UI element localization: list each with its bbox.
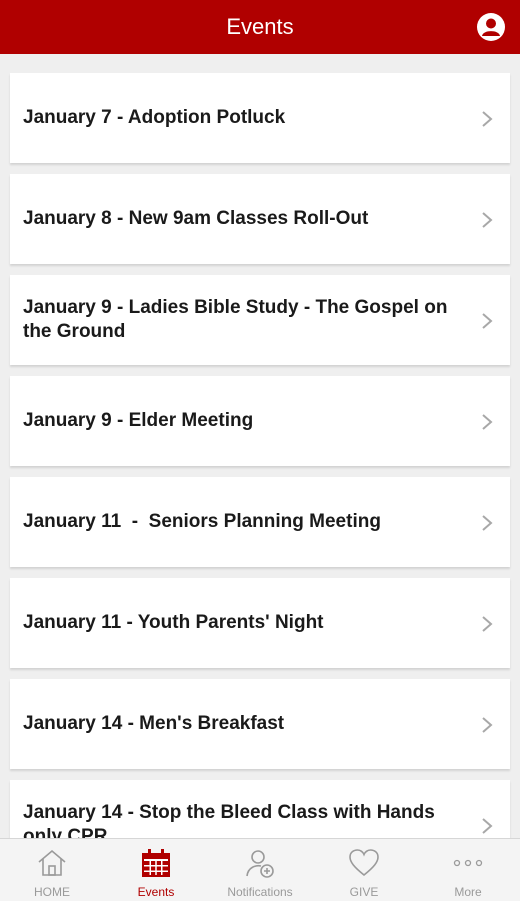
chevron-right-icon (482, 212, 493, 228)
chevron-right-icon (482, 616, 493, 632)
chevron-right-icon (482, 313, 493, 329)
event-title: January 9 - Elder Meeting (23, 410, 254, 431)
event-item[interactable]: January 11 - Youth Parents' Night (10, 578, 510, 668)
event-title: January 11 - Seniors Planning Meeting (23, 511, 381, 532)
header-bar: Events (0, 0, 520, 54)
tab-give[interactable]: GIVE (312, 839, 416, 901)
profile-button[interactable] (476, 12, 506, 42)
more-icon (453, 859, 483, 867)
chevron-right-icon (482, 414, 493, 430)
tab-label: GIVE (349, 885, 379, 899)
chevron-right-icon (482, 717, 493, 733)
chevron-right-icon (482, 111, 493, 127)
event-title: January 7 - Adoption Potluck (23, 107, 286, 128)
event-list[interactable]: January 7 - Adoption Potluck January 8 -… (0, 54, 520, 838)
home-icon (38, 849, 66, 876)
tab-label: More (454, 885, 482, 899)
tab-bar: HOME Events Notifications GIVE More (0, 838, 520, 901)
event-item[interactable]: January 9 - Elder Meeting (10, 376, 510, 466)
event-item[interactable]: January 7 - Adoption Potluck (10, 73, 510, 163)
heart-icon (349, 849, 379, 877)
chevron-right-icon (482, 818, 493, 834)
notifications-icon (246, 850, 274, 878)
event-item[interactable]: January 11 - Seniors Planning Meeting (10, 477, 510, 567)
event-title: January 14 - Men's Breakfast (23, 713, 285, 734)
event-item[interactable]: January 9 - Ladies Bible Study - The Gos… (10, 275, 510, 365)
chevron-right-icon (482, 515, 493, 531)
calendar-icon (142, 849, 170, 877)
tab-label: Notifications (227, 885, 293, 899)
tab-label: Events (137, 885, 175, 899)
event-title: January 8 - New 9am Classes Roll-Out (23, 208, 369, 229)
page-title: Events (226, 14, 294, 39)
event-item[interactable]: January 8 - New 9am Classes Roll-Out (10, 174, 510, 264)
user-profile-icon (477, 13, 505, 41)
tab-label: HOME (34, 885, 70, 899)
event-title: January 14 - Stop the Bleed Class with H… (23, 802, 441, 838)
event-item[interactable]: January 14 - Stop the Bleed Class with H… (10, 780, 510, 838)
event-title: January 9 - Ladies Bible Study - The Gos… (23, 297, 453, 342)
tab-more[interactable]: More (416, 839, 520, 901)
event-item[interactable]: January 14 - Men's Breakfast (10, 679, 510, 769)
tab-events[interactable]: Events (104, 839, 208, 901)
tab-home[interactable]: HOME (0, 839, 104, 901)
event-title: January 11 - Youth Parents' Night (23, 612, 324, 633)
tab-notifications[interactable]: Notifications (208, 839, 312, 901)
